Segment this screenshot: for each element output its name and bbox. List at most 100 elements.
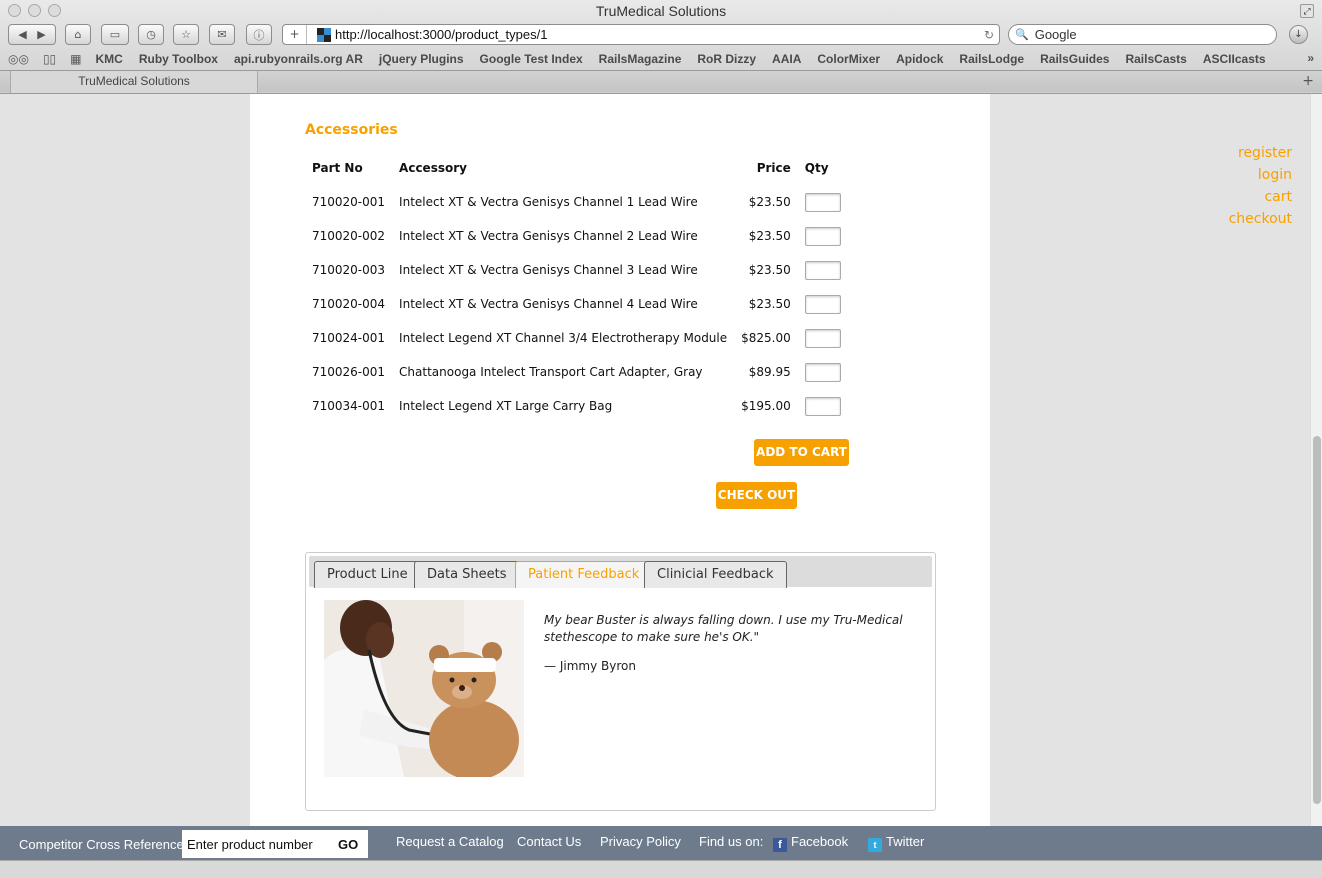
table-row: 710020-001 Intelect XT & Vectra Genisys … <box>305 185 848 219</box>
accessory-cell: Intelect XT & Vectra Genisys Channel 4 L… <box>399 297 698 311</box>
twitter-link[interactable]: t Twitter <box>868 834 924 852</box>
add-to-cart-button[interactable]: ADD TO CART <box>754 439 849 466</box>
home-icon[interactable]: ⌂ <box>65 24 91 45</box>
bookmark-item[interactable]: Google Test Index <box>480 52 583 66</box>
browser-toolbar: ◀ ▶ ⌂ ▭ ◷ ☆ ✉ ⓘ + http://localhost:3000/… <box>0 22 1322 48</box>
search-field[interactable]: 🔍 Google <box>1008 24 1277 45</box>
bookmark-item[interactable]: RailsMagazine <box>599 52 682 66</box>
price-cell: $195.00 <box>741 399 791 413</box>
grid-icon[interactable]: ▦ <box>70 52 81 66</box>
footer-bar: Competitor Cross Reference: GO Request a… <box>0 826 1322 860</box>
forward-icon[interactable]: ▶ <box>37 28 45 41</box>
part-no-cell: 710020-002 <box>312 229 386 243</box>
add-icon[interactable]: + <box>283 25 307 44</box>
price-cell: $23.50 <box>748 229 791 243</box>
search-icon: 🔍 <box>1015 28 1029 41</box>
table-row: 710034-001 Intelect Legend XT Large Carr… <box>305 389 848 423</box>
close-window-button[interactable] <box>8 4 21 17</box>
accessories-table: Part No Accessory Price Qty 710020-001 I… <box>305 151 848 423</box>
bookmark-item[interactable]: RailsCasts <box>1125 52 1186 66</box>
price-cell: $89.95 <box>748 365 791 379</box>
bookmark-tools: ◎◎ ▯▯ ▦ <box>8 52 82 66</box>
part-no-cell: 710024-001 <box>312 331 386 345</box>
bookmark-item[interactable]: RoR Dizzy <box>697 52 756 66</box>
user-links: register login cart checkout <box>1170 142 1292 230</box>
browser-chrome: TruMedical Solutions ⤢ ◀ ▶ ⌂ ▭ ◷ ☆ ✉ ⓘ +… <box>0 0 1322 94</box>
history-icon[interactable]: ◷ <box>138 24 164 45</box>
price-cell: $23.50 <box>748 263 791 277</box>
accessories-heading: Accessories <box>305 122 398 138</box>
bookmark-item[interactable]: ColorMixer <box>817 52 880 66</box>
cross-reference-input[interactable] <box>182 836 332 852</box>
bookmark-item[interactable]: Ruby Toolbox <box>139 52 218 66</box>
vertical-scrollbar[interactable] <box>1310 94 1322 826</box>
qty-input[interactable] <box>804 260 841 280</box>
register-link[interactable]: register <box>1170 142 1292 164</box>
browser-tab[interactable]: TruMedical Solutions <box>10 71 258 93</box>
qty-input[interactable] <box>804 362 841 382</box>
tab-patient-feedback[interactable]: Patient Feedback <box>515 561 653 588</box>
accessory-cell: Intelect XT & Vectra Genisys Channel 1 L… <box>399 195 698 209</box>
tab-data-sheets[interactable]: Data Sheets <box>414 561 520 588</box>
bookmark-item[interactable]: jQuery Plugins <box>379 52 464 66</box>
check-out-button[interactable]: CHECK OUT <box>716 482 797 509</box>
qty-input[interactable] <box>804 396 841 416</box>
page-viewport: Accessories Part No Accessory Price Qty … <box>0 94 1310 826</box>
tab-product-line[interactable]: Product Line <box>314 561 421 588</box>
request-catalog-link[interactable]: Request a Catalog <box>396 834 504 849</box>
qty-input[interactable] <box>804 226 841 246</box>
price-cell: $23.50 <box>748 195 791 209</box>
more-bookmarks-icon[interactable]: » <box>1307 51 1314 65</box>
qty-input[interactable] <box>804 192 841 212</box>
info-icon[interactable]: ⓘ <box>246 24 272 45</box>
zoom-window-button[interactable] <box>48 4 61 17</box>
downloads-icon[interactable]: ↓ <box>1289 25 1308 44</box>
bookmarks-book-icon[interactable]: ▯▯ <box>43 52 56 66</box>
bookmark-item[interactable]: RailsLodge <box>959 52 1024 66</box>
topsites-icon[interactable]: ▭ <box>101 24 129 45</box>
bookmark-item[interactable]: KMC <box>96 52 123 66</box>
bookmark-item[interactable]: Apidock <box>896 52 943 66</box>
go-button[interactable]: GO <box>338 837 358 852</box>
qty-header: Qty <box>804 161 829 175</box>
table-row: 710020-002 Intelect XT & Vectra Genisys … <box>305 219 848 253</box>
back-icon[interactable]: ◀ <box>18 28 26 41</box>
accessory-cell: Intelect XT & Vectra Genisys Channel 2 L… <box>399 229 698 243</box>
bookmark-item[interactable]: RailsGuides <box>1040 52 1109 66</box>
add-bookmark-icon[interactable]: ☆ <box>173 24 199 45</box>
facebook-link[interactable]: f Facebook <box>773 834 848 852</box>
window-controls <box>8 4 61 17</box>
cross-reference-field: GO <box>182 830 368 858</box>
table-row: 710024-001 Intelect Legend XT Channel 3/… <box>305 321 848 355</box>
accessory-cell: Intelect XT & Vectra Genisys Channel 3 L… <box>399 263 698 277</box>
reading-list-icon[interactable]: ◎◎ <box>8 52 29 66</box>
minimize-window-button[interactable] <box>28 4 41 17</box>
address-bar[interactable]: + http://localhost:3000/product_types/1 … <box>282 24 1000 45</box>
new-tab-icon[interactable]: + <box>1302 73 1314 89</box>
privacy-policy-link[interactable]: Privacy Policy <box>600 834 681 849</box>
fullscreen-icon[interactable]: ⤢ <box>1300 4 1314 18</box>
url-text[interactable]: http://localhost:3000/product_types/1 <box>335 27 979 42</box>
mail-icon[interactable]: ✉ <box>209 24 235 45</box>
qty-input[interactable] <box>804 328 841 348</box>
price-cell: $23.50 <box>748 297 791 311</box>
testimonial-quote: My bear Buster is always falling down. I… <box>544 613 903 644</box>
price-header: Price <box>756 161 791 175</box>
reload-icon[interactable]: ↻ <box>979 28 999 42</box>
tab-clinicial-feedback[interactable]: Clinicial Feedback <box>644 561 787 588</box>
main-content: Accessories Part No Accessory Price Qty … <box>250 94 990 826</box>
cart-link[interactable]: cart <box>1170 186 1292 208</box>
qty-input[interactable] <box>804 294 841 314</box>
login-link[interactable]: login <box>1170 164 1292 186</box>
checkout-link[interactable]: checkout <box>1170 208 1292 230</box>
table-row: 710020-004 Intelect XT & Vectra Genisys … <box>305 287 848 321</box>
back-forward-buttons: ◀ ▶ <box>8 24 56 45</box>
window-title: TruMedical Solutions <box>595 3 727 19</box>
scrollbar-thumb[interactable] <box>1313 436 1321 804</box>
find-us-label: Find us on: <box>699 834 764 849</box>
bookmark-item[interactable]: api.rubyonrails.org AR <box>234 52 363 66</box>
contact-us-link[interactable]: Contact Us <box>517 834 581 849</box>
bookmark-item[interactable]: AAIA <box>772 52 801 66</box>
bookmark-item[interactable]: ASCIIcasts <box>1203 52 1266 66</box>
facebook-icon: f <box>773 838 787 852</box>
